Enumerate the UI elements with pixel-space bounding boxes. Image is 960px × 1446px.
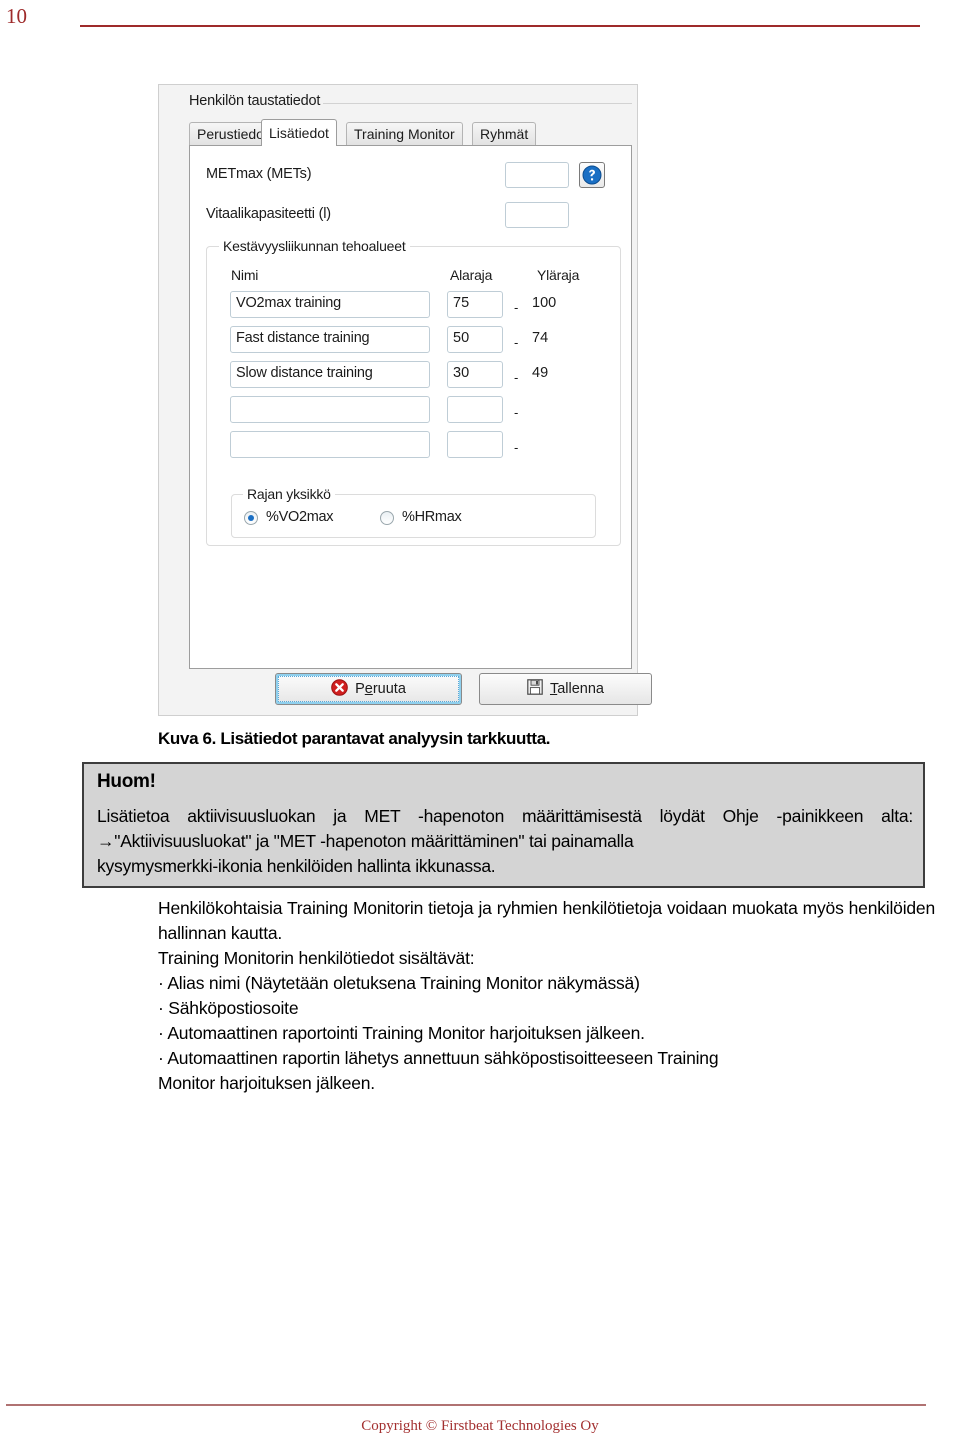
zone-lower-input[interactable] — [447, 396, 503, 423]
tab-ryhmat[interactable]: Ryhmät — [472, 122, 537, 145]
training-zones-group: Kestävyysliikunnan tehoalueet Nimi Alara… — [206, 238, 621, 546]
save-button[interactable]: Tallenna — [479, 673, 652, 705]
column-header-lower: Alaraja — [450, 267, 493, 283]
dialog-title: Henkilön taustatiedot — [189, 93, 321, 109]
bullet-item-4-text: · Automaattinen raportin lähetys annettu… — [158, 1048, 719, 1068]
page-header: 10 — [0, 0, 960, 40]
paragraph-2: Training Monitorin henkilötiedot sisältä… — [158, 948, 475, 968]
limit-unit-group: Rajan yksikkö %VO2max %HRmax — [231, 486, 596, 538]
cancel-x-icon — [331, 678, 348, 700]
zone-name-input[interactable] — [230, 396, 430, 423]
note-title: Huom! — [97, 771, 156, 792]
metmax-input[interactable] — [505, 162, 569, 188]
dialog-body: Henkilön taustatiedot Perustiedot Lisäti… — [173, 85, 652, 715]
zone-row: Fast distance training 50 - 74 — [207, 326, 620, 356]
bullet-item-4-tail: Monitor harjoituksen jälkeen. — [158, 1073, 375, 1093]
body-copy: Henkilökohtaisia Training Monitorin tiet… — [158, 896, 935, 1096]
tab-training-monitor[interactable]: Training Monitor — [346, 122, 463, 145]
cancel-button-label: Peruuta — [355, 681, 406, 697]
zone-range-separator: - — [514, 335, 519, 350]
zone-upper-value: 100 — [532, 295, 557, 311]
vital-capacity-label: Vitaalikapasiteetti (l) — [206, 206, 331, 222]
zone-name-input[interactable]: Fast distance training — [230, 326, 430, 353]
tab-lisatiedot[interactable]: Lisätiedot — [261, 119, 337, 146]
radio-button-icon[interactable] — [244, 511, 258, 525]
dialog-button-bar: Peruuta Tallenna — [189, 673, 652, 705]
zone-upper-value: 49 — [532, 365, 549, 381]
floppy-disk-save-icon — [527, 679, 543, 699]
help-button[interactable] — [579, 162, 605, 188]
bullet-item-2: · Sähköpostiosoite — [158, 998, 299, 1018]
zone-lower-input[interactable]: 30 — [447, 361, 503, 388]
page-number: 10 — [6, 4, 27, 28]
note-body-text: Lisätietoa aktiivisuusluokan ja MET -hap… — [97, 806, 913, 851]
column-header-upper: Yläraja — [537, 267, 580, 283]
zone-range-separator: - — [514, 440, 519, 455]
zone-upper-value: 74 — [532, 330, 549, 346]
zone-row: Slow distance training 30 - 49 — [207, 361, 620, 391]
training-zones-legend: Kestävyysliikunnan tehoalueet — [219, 238, 410, 254]
bullet-item-1: · Alias nimi (Näytetään oletuksena Train… — [158, 973, 640, 993]
header-rule — [80, 25, 920, 27]
application-screenshot: Henkilön taustatiedot Perustiedot Lisäti… — [158, 84, 652, 716]
footer-copyright: Copyright © Firstbeat Technologies Oy — [361, 1418, 599, 1434]
note-body: Lisätietoa aktiivisuusluokan ja MET -hap… — [97, 804, 913, 879]
radio-label-vo2max: %VO2max — [266, 509, 334, 525]
zone-name-input[interactable]: Slow distance training — [230, 361, 430, 388]
tab-panel: METmax (METs) Vitaalikapasiteetti (l) Ke… — [189, 145, 632, 669]
zone-row: - — [207, 431, 620, 461]
cancel-button[interactable]: Peruuta — [275, 673, 462, 705]
zone-row: - — [207, 396, 620, 426]
zone-row: VO2max training 75 - 100 — [207, 291, 620, 321]
zone-name-input[interactable]: VO2max training — [230, 291, 430, 318]
zone-lower-input[interactable] — [447, 431, 503, 458]
vital-capacity-input[interactable] — [505, 202, 569, 228]
footer-rule — [6, 1404, 926, 1406]
zone-lower-input[interactable]: 75 — [447, 291, 503, 318]
bullet-item-4: · Automaattinen raportin lähetys annettu… — [158, 1046, 935, 1096]
note-body-last-line: kysymysmerkki-ikonia henkilöiden hallint… — [97, 856, 496, 876]
figure-caption: Kuva 6. Lisätiedot parantavat analyysin … — [158, 729, 551, 748]
note-box: Huom! Lisätietoa aktiivisuusluokan ja ME… — [82, 762, 925, 888]
radio-label-hrmax: %HRmax — [402, 509, 462, 525]
zone-name-input[interactable] — [230, 431, 430, 458]
column-header-name: Nimi — [231, 267, 259, 283]
metmax-label: METmax (METs) — [206, 166, 312, 182]
dialog-title-rule — [323, 103, 632, 104]
vital-capacity-row: Vitaalikapasiteetti (l) — [206, 202, 621, 230]
radio-button-icon[interactable] — [380, 511, 394, 525]
bullet-item-3: · Automaattinen raportointi Training Mon… — [158, 1023, 645, 1043]
tab-strip: Perustiedot Lisätiedot Training Monitor … — [189, 119, 632, 146]
save-button-label: Tallenna — [549, 681, 604, 697]
zone-range-separator: - — [514, 405, 519, 420]
zone-range-separator: - — [514, 300, 519, 315]
metmax-row: METmax (METs) — [206, 162, 621, 190]
zone-range-separator: - — [514, 370, 519, 385]
paragraph-1: Henkilökohtaisia Training Monitorin tiet… — [158, 898, 935, 943]
question-mark-icon — [580, 165, 604, 185]
limit-unit-legend: Rajan yksikkö — [243, 486, 335, 502]
zone-lower-input[interactable]: 50 — [447, 326, 503, 353]
